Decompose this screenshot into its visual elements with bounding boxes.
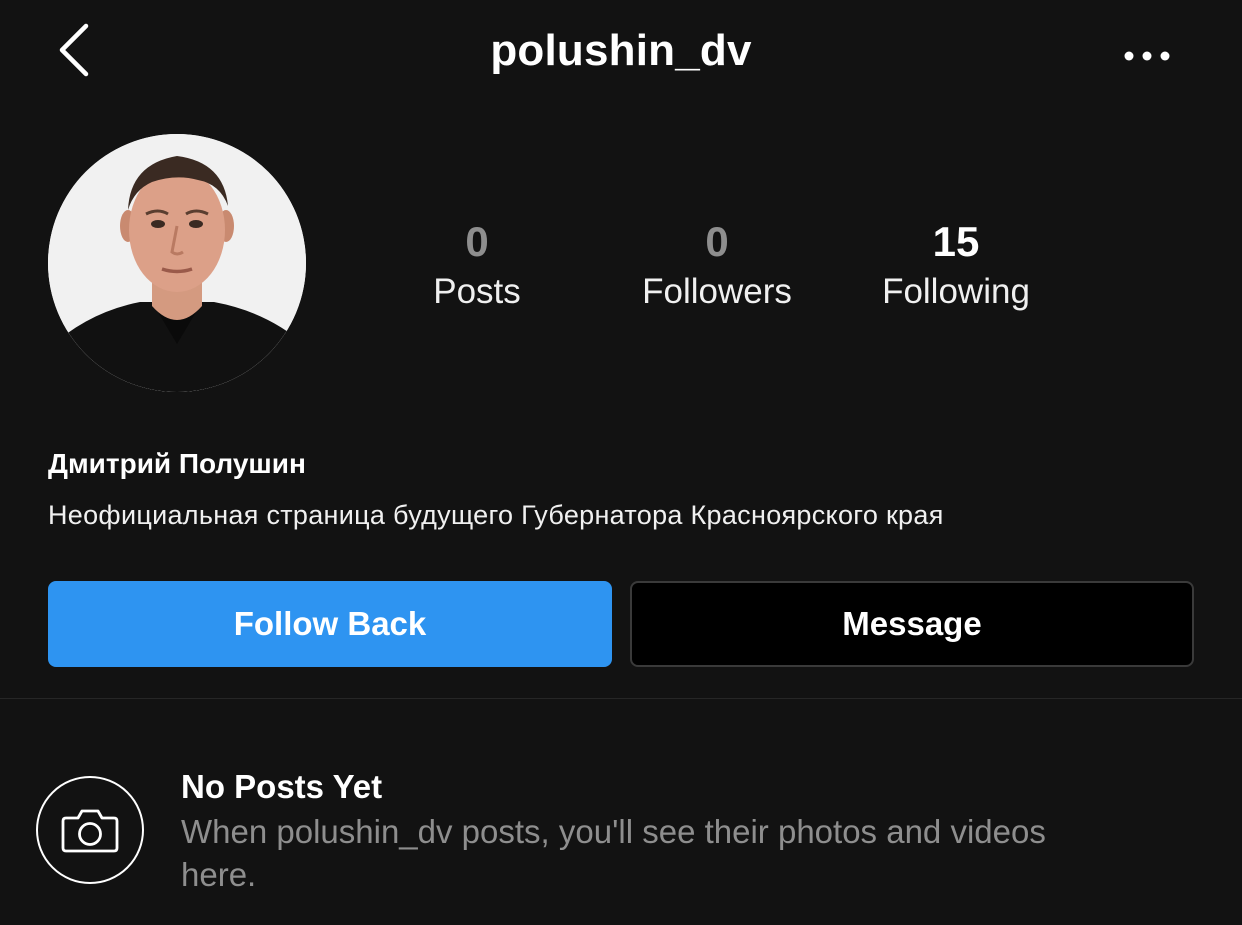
empty-state-title: No Posts Yet [181, 768, 383, 805]
page-title: polushin_dv [490, 26, 752, 75]
full-name: Дмитрий Полушин [48, 448, 306, 479]
followers-label: Followers [642, 272, 792, 311]
following-label: Following [882, 272, 1030, 311]
follow-back-button[interactable]: Follow Back [48, 581, 612, 667]
divider [0, 698, 1242, 699]
followers-count: 0 [705, 218, 729, 265]
followers-stat[interactable]: 0 Followers [597, 218, 837, 318]
more-horizontal-icon [1124, 51, 1170, 61]
message-button[interactable]: Message [630, 581, 1194, 667]
following-count: 15 [932, 218, 980, 265]
camera-icon [61, 809, 119, 853]
posts-count: 0 [465, 218, 489, 265]
posts-label: Posts [433, 272, 521, 311]
bio-text: Неофициальная страница будущего Губернат… [48, 500, 944, 530]
following-stat[interactable]: 15 Following [836, 218, 1076, 318]
empty-state-icon-circle [36, 776, 144, 884]
profile-photo [48, 134, 306, 392]
more-options-button[interactable] [1112, 36, 1182, 76]
avatar[interactable] [48, 134, 306, 392]
profile-page: polushin_dv 0 Posts 0 Followers 15 Follo… [0, 0, 1242, 925]
posts-stat: 0 Posts [357, 218, 597, 318]
empty-state-text: When polushin_dv posts, you'll see their… [181, 813, 1046, 893]
